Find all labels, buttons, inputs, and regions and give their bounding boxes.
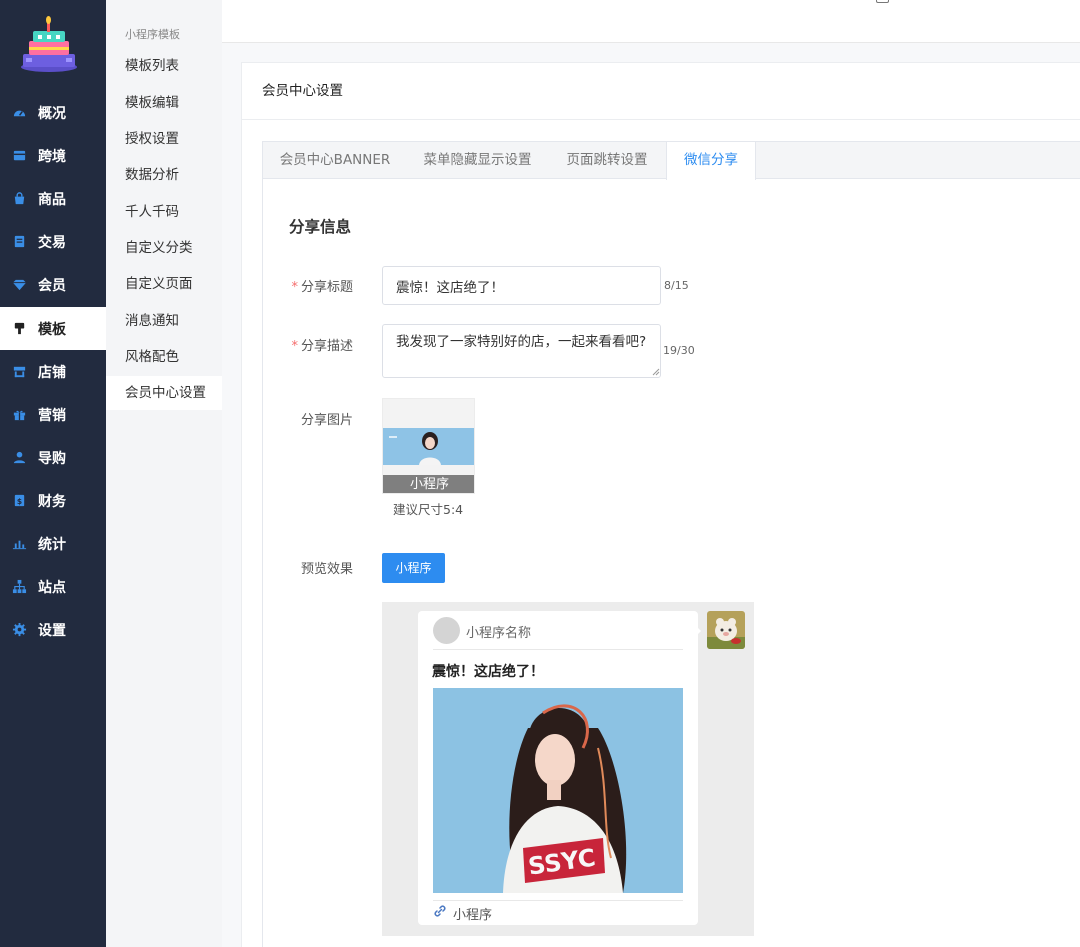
store-icon <box>13 366 26 378</box>
resize-handle-icon[interactable] <box>652 368 660 376</box>
nav-item-sites[interactable]: 站点 <box>0 565 106 608</box>
diamond-icon <box>12 279 27 291</box>
ledger-icon: $ <box>14 494 25 507</box>
preview-mini-program-button[interactable]: 小程序 <box>382 553 445 583</box>
required-mark: * <box>291 339 298 354</box>
settings-card: 会员中心设置 会员中心BANNER 菜单隐藏显示设置 页面跳转设置 微信分享 分… <box>241 62 1080 947</box>
logo-cake-icon <box>21 16 77 72</box>
preview-card-title: 震惊！这店绝了！ <box>432 664 544 680</box>
nav-item-crossborder[interactable]: 跨境 <box>0 134 106 177</box>
nav-item-templates[interactable]: 模板 <box>0 307 106 350</box>
subnav-item-custom-page[interactable]: 自定义页面 <box>106 267 222 301</box>
nav-item-label: 概况 <box>38 105 66 122</box>
nav-item-marketing[interactable]: 营销 <box>0 393 106 436</box>
user-avatar <box>707 611 745 649</box>
share-image-caption: 小程序 <box>383 475 474 493</box>
preview-footer-label: 小程序 <box>453 908 493 923</box>
nav-item-products[interactable]: 商品 <box>0 177 106 220</box>
bag-icon <box>14 192 25 205</box>
person-icon <box>13 451 26 464</box>
nav-item-label: 模板 <box>38 321 66 338</box>
nav-item-label: 跨境 <box>38 148 66 165</box>
main-content: 会员中心设置 会员中心BANNER 菜单隐藏显示设置 页面跳转设置 微信分享 分… <box>222 0 1080 947</box>
nav-item-overview[interactable]: 概况 <box>0 91 106 134</box>
desc-counter: 19/30 <box>663 344 695 357</box>
top-bar <box>222 0 1080 43</box>
tab-page-redirect[interactable]: 页面跳转设置 <box>548 142 666 179</box>
nav-item-label: 交易 <box>38 234 66 251</box>
share-desc-textarea[interactable]: 我发现了一家特别好的店，一起来看看吧? <box>382 324 661 378</box>
subnav-item-qr-codes[interactable]: 千人千码 <box>106 195 222 229</box>
brush-icon <box>14 322 25 335</box>
nav-item-label: 统计 <box>38 536 66 553</box>
nav-item-label: 设置 <box>38 622 66 639</box>
nav-item-members[interactable]: 会员 <box>0 263 106 306</box>
card-icon <box>13 150 26 161</box>
card-title: 会员中心设置 <box>242 63 1080 120</box>
subnav-item-member-center[interactable]: 会员中心设置 <box>106 376 222 410</box>
share-preview: 小程序名称 震惊！这店绝了！ SSYC 小程序 <box>382 602 754 936</box>
secondary-sidebar: 小程序模板 模板列表 模板编辑 授权设置 数据分析 千人千码 自定义分类 自定义… <box>106 0 222 947</box>
nav-item-label: 会员 <box>38 277 66 294</box>
share-image-label: 分享图片 <box>300 413 353 428</box>
tab-member-banner[interactable]: 会员中心BANNER <box>263 142 407 179</box>
share-image-thumbnail <box>383 428 474 465</box>
link-icon <box>434 905 446 917</box>
divider <box>433 649 683 650</box>
preview-label: 预览效果 <box>300 562 353 577</box>
nav-item-finance[interactable]: $ 财务 <box>0 479 106 522</box>
image-size-hint: 建议尺寸5:4 <box>393 502 464 517</box>
nav-item-label: 商品 <box>38 191 66 208</box>
sitemap-icon <box>12 579 27 594</box>
svg-text:$: $ <box>17 497 22 506</box>
mini-program-name: 小程序名称 <box>466 626 532 641</box>
tab-menu-visibility[interactable]: 菜单隐藏显示设置 <box>407 142 548 179</box>
section-title: 分享信息 <box>289 218 352 236</box>
share-card-bubble: 小程序名称 震惊！这店绝了！ SSYC 小程序 <box>418 611 698 925</box>
subnav-item-notifications[interactable]: 消息通知 <box>106 304 222 338</box>
nav-item-settings[interactable]: 设置 <box>0 608 106 651</box>
gear-icon <box>12 622 27 637</box>
share-title-label: * 分享标题 <box>291 280 353 295</box>
bar-chart-icon <box>12 540 27 550</box>
subnav-item-auth-settings[interactable]: 授权设置 <box>106 122 222 156</box>
subnav-item-custom-category[interactable]: 自定义分类 <box>106 231 222 265</box>
document-icon <box>14 235 25 248</box>
required-mark: * <box>291 280 298 295</box>
tab-bar: 会员中心BANNER 菜单隐藏显示设置 页面跳转设置 微信分享 <box>263 142 1080 180</box>
top-checkbox[interactable] <box>876 0 889 3</box>
subnav-item-style-colors[interactable]: 风格配色 <box>106 340 222 374</box>
nav-item-shopping-guide[interactable]: 导购 <box>0 436 106 479</box>
mini-program-avatar <box>433 617 460 644</box>
share-desc-label: * 分享描述 <box>291 339 353 354</box>
bubble-tail <box>694 624 701 638</box>
title-counter: 8/15 <box>664 279 689 292</box>
nav-item-label: 导购 <box>38 450 66 467</box>
main-sidebar: 概况 跨境 商品 交易 会员 模板 店铺 营销 导购 $ 财务 统计 站点 设置 <box>0 0 106 947</box>
nav-item-statistics[interactable]: 统计 <box>0 522 106 565</box>
tabs-container: 会员中心BANNER 菜单隐藏显示设置 页面跳转设置 微信分享 分享信息 * 分享… <box>262 141 1080 947</box>
subnav-item-data-analysis[interactable]: 数据分析 <box>106 158 222 192</box>
share-image-upload[interactable]: 小程序 <box>382 398 475 494</box>
subnav-item-template-list[interactable]: 模板列表 <box>106 49 222 83</box>
subnav-title: 小程序模板 <box>125 28 180 41</box>
nav-item-store[interactable]: 店铺 <box>0 350 106 393</box>
nav-item-label: 财务 <box>38 493 66 510</box>
nav-item-label: 店铺 <box>38 364 66 381</box>
gift-icon <box>13 410 26 421</box>
nav-item-label: 站点 <box>38 579 66 596</box>
share-title-input[interactable] <box>382 266 661 305</box>
subnav-item-template-edit[interactable]: 模板编辑 <box>106 86 222 120</box>
dashboard-icon <box>13 110 26 117</box>
nav-item-label: 营销 <box>38 407 66 424</box>
nav-item-trade[interactable]: 交易 <box>0 220 106 263</box>
preview-card-image: SSYC <box>433 688 683 893</box>
divider <box>433 900 683 901</box>
tab-wechat-share[interactable]: 微信分享 <box>666 142 756 180</box>
